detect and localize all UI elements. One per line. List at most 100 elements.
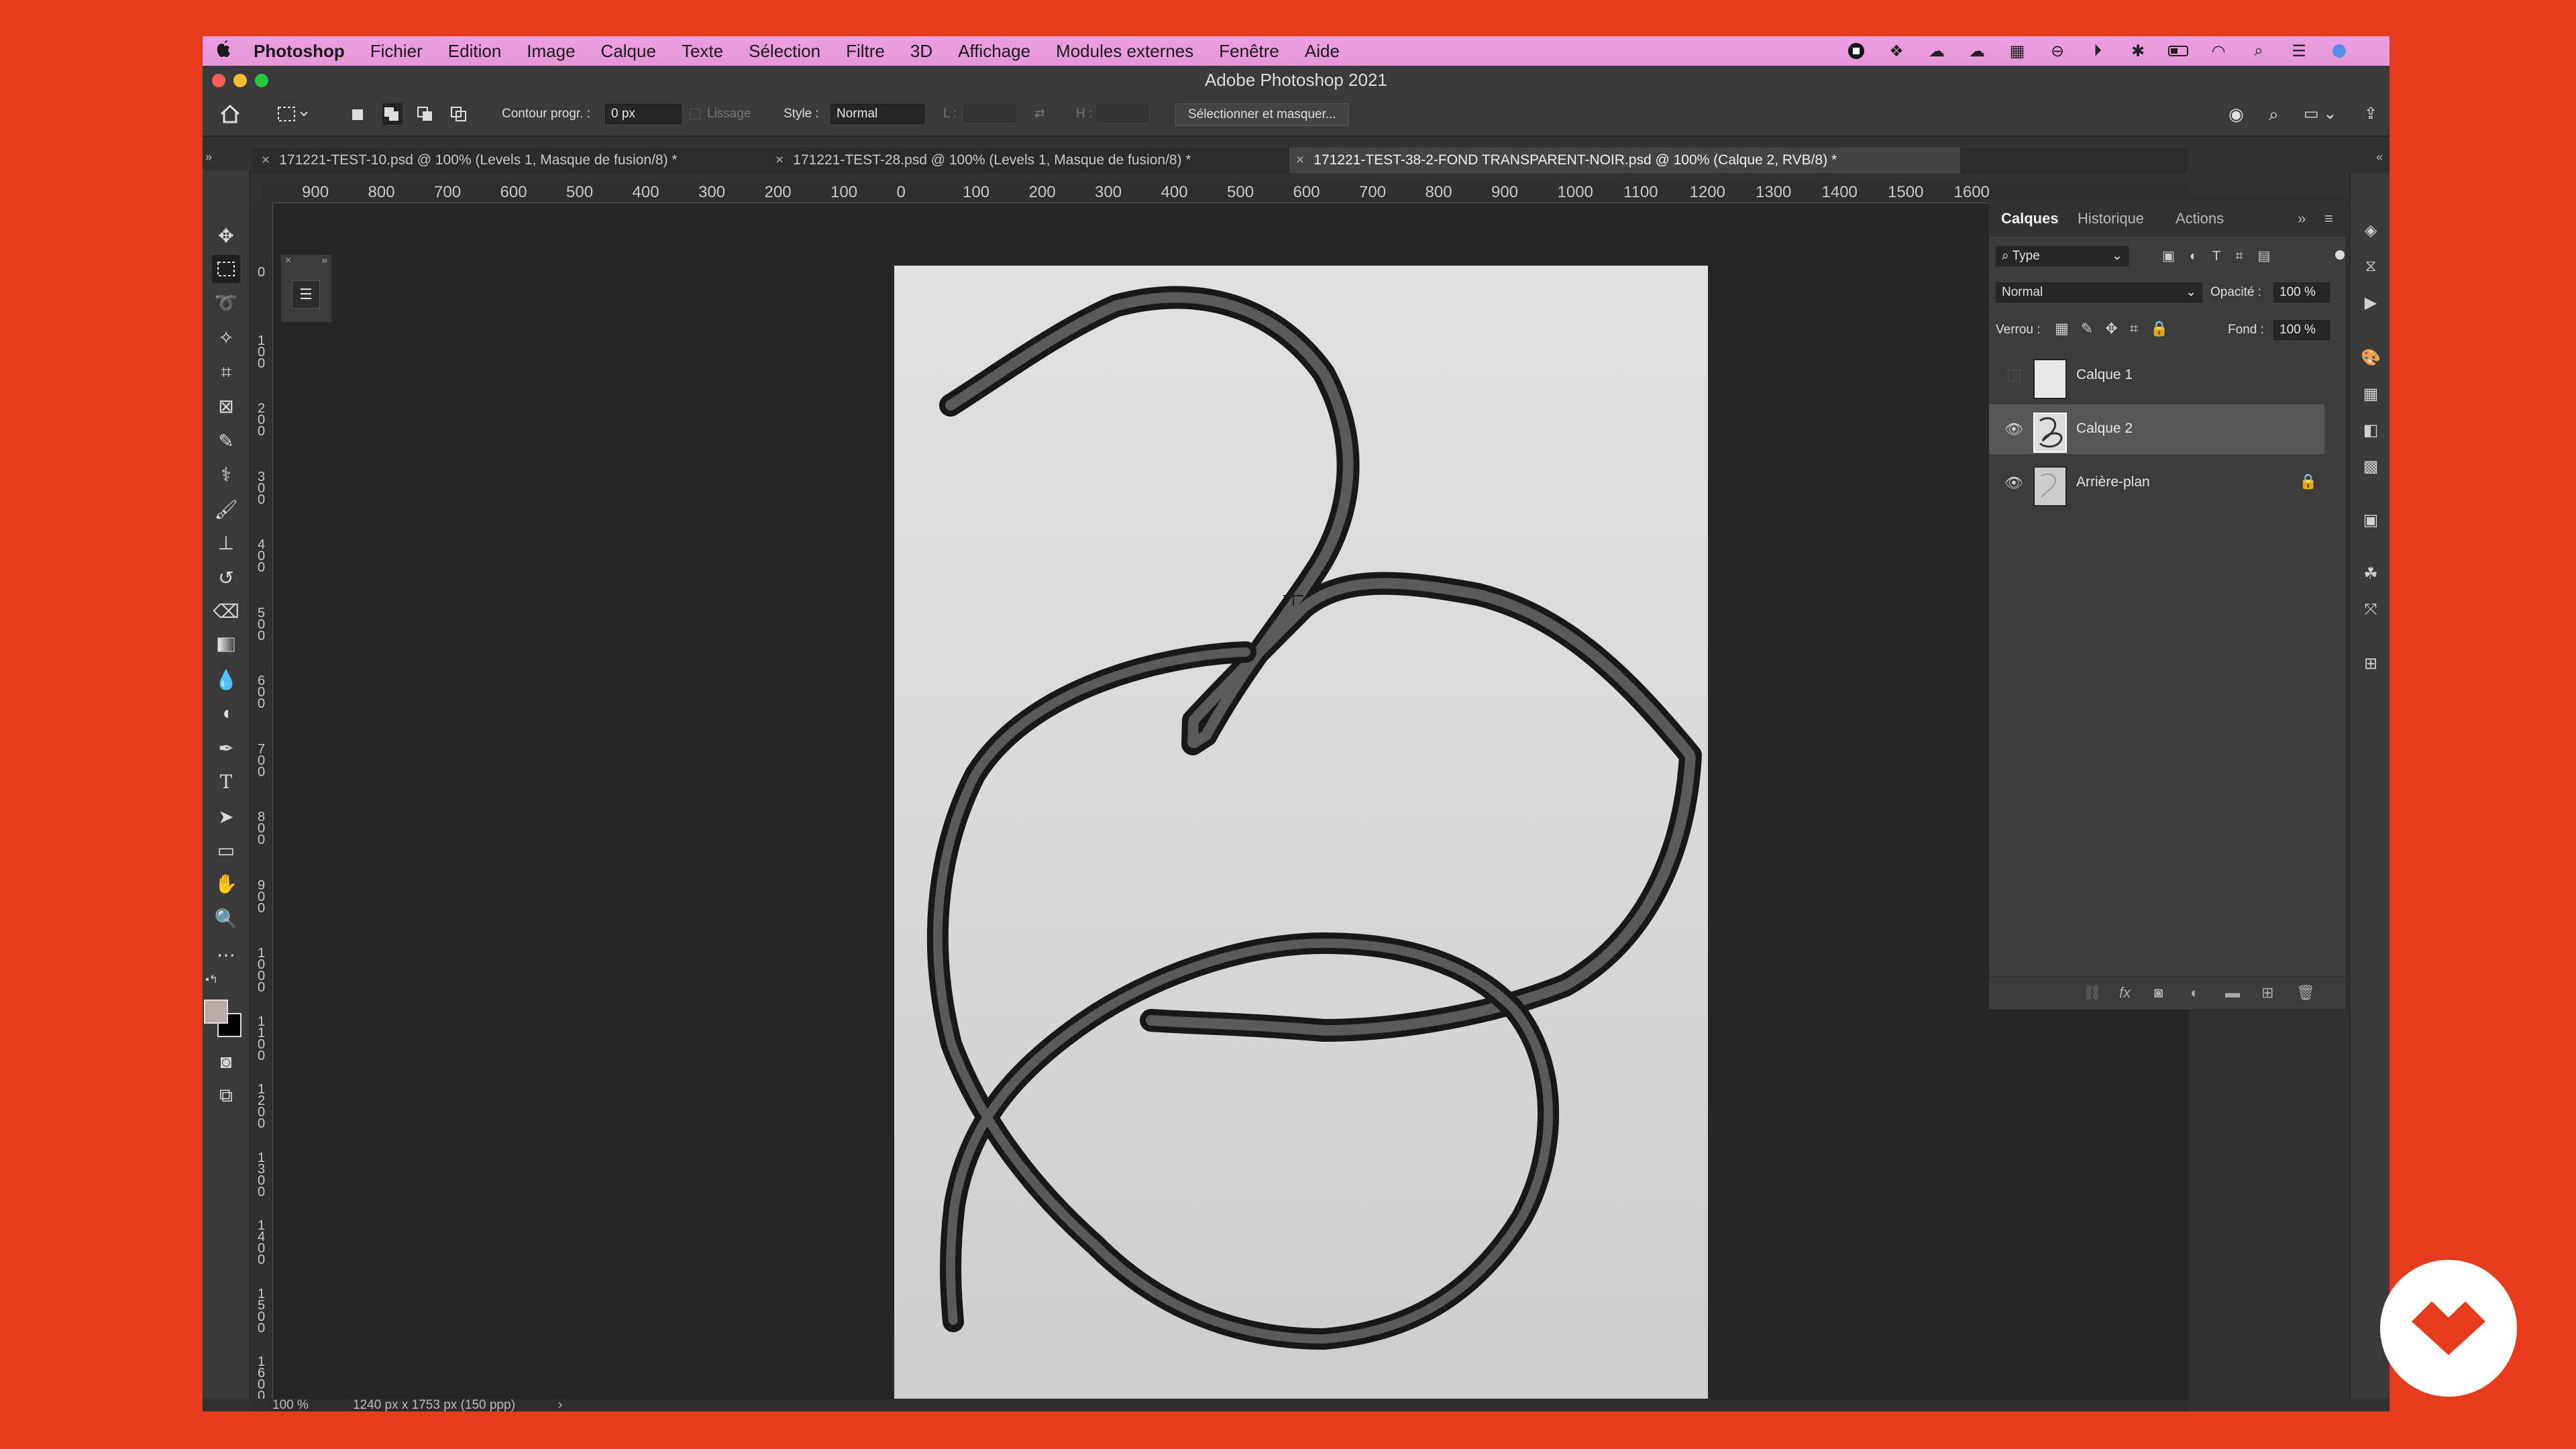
blend-mode-select[interactable]: Normal ⌄ — [1996, 282, 2202, 303]
battery-icon[interactable] — [2168, 41, 2188, 61]
feather-input[interactable]: 0 px — [605, 103, 682, 125]
menu-aide[interactable]: Aide — [1305, 41, 1340, 62]
screen-mode-icon[interactable]: ⧉ — [212, 1081, 240, 1110]
adjustment-icon[interactable]: ◐ — [2190, 984, 2199, 1002]
menu-calque[interactable]: Calque — [601, 41, 656, 62]
wifi-icon[interactable]: ◠ — [2208, 41, 2229, 61]
close-tab-icon[interactable]: × — [775, 152, 784, 168]
share-icon[interactable]: ⇪ — [2364, 103, 2377, 125]
zoom-level[interactable]: 100 % — [272, 1399, 309, 1411]
crop-tool-icon[interactable]: ⌗ — [212, 358, 240, 386]
clone-stamp-tool-icon[interactable]: ⊥ — [212, 529, 240, 557]
tab-actions[interactable]: Actions — [2176, 210, 2224, 227]
menu-selection[interactable]: Sélection — [749, 41, 820, 62]
eye-icon[interactable]: 👁 — [2004, 473, 2024, 493]
healing-brush-tool-icon[interactable]: ⚕ — [212, 460, 240, 488]
layer-name[interactable]: Calque 1 — [2076, 367, 2133, 383]
history-brush-tool-icon[interactable]: ↺ — [212, 564, 240, 592]
mask-icon[interactable]: ◙ — [2154, 984, 2163, 1002]
gradients-icon[interactable]: ◧ — [2359, 419, 2382, 441]
close-tab-icon[interactable]: × — [1296, 152, 1304, 168]
menu-fichier[interactable]: Fichier — [370, 41, 423, 62]
layer-row-calque-2[interactable]: 👁 Calque 2 — [1989, 405, 2324, 454]
grid-app-icon[interactable]: ▦ — [2007, 41, 2027, 61]
eye-icon[interactable]: 👁 — [2004, 419, 2024, 439]
menu-filtre[interactable]: Filtre — [846, 41, 885, 62]
swatches-icon[interactable]: ▦ — [2359, 382, 2382, 405]
height-input[interactable] — [1095, 103, 1150, 125]
eraser-tool-icon[interactable]: ⌫ — [212, 597, 240, 625]
panel-collapse-icon[interactable]: » — [2298, 210, 2306, 227]
zoom-tool-icon[interactable]: 🔍 — [212, 904, 240, 932]
channels-icon[interactable]: ☘ — [2359, 562, 2382, 585]
visibility-toggle[interactable] — [2004, 366, 2024, 386]
spotlight-search-icon[interactable]: ⌕ — [2249, 41, 2269, 61]
home-icon[interactable] — [219, 103, 241, 125]
filter-toggle[interactable] — [2335, 250, 2345, 260]
fill-input[interactable]: 100 % — [2273, 320, 2330, 340]
close-panel-icon[interactable]: × — [285, 255, 291, 267]
status-menu-arrow[interactable]: › — [558, 1399, 562, 1411]
folder-icon[interactable]: ▬ — [2225, 984, 2240, 1002]
lasso-tool-icon[interactable]: ➰ — [212, 288, 240, 317]
menu-fenetre[interactable]: Fenêtre — [1219, 41, 1279, 62]
blur-tool-icon[interactable]: 💧 — [212, 665, 240, 694]
close-window-button[interactable] — [212, 74, 225, 87]
history-icon[interactable]: ⧖ — [2359, 255, 2382, 278]
panel-menu-icon[interactable]: ≡ — [2324, 210, 2333, 227]
type-tool-icon[interactable]: T — [212, 767, 240, 796]
marquee-preset-icon[interactable] — [276, 103, 310, 125]
menu-3d[interactable]: 3D — [910, 41, 932, 62]
eyedropper-tool-icon[interactable]: ✎ — [212, 427, 240, 455]
dodge-tool-icon[interactable]: ◖ — [212, 699, 240, 727]
tab-document-2[interactable]: × 171221-TEST-28.psd @ 100% (Levels 1, Ma… — [769, 148, 1285, 173]
toolbar-collapse-icon[interactable]: » — [205, 150, 212, 164]
adjustments-icon[interactable]: ☰ — [292, 280, 320, 309]
minimize-window-button[interactable] — [233, 74, 247, 87]
layer-name[interactable]: Arrière-plan — [2076, 474, 2150, 490]
brush-tool-icon[interactable]: 🖌 — [212, 495, 240, 523]
hand-tool-icon[interactable]: ✋ — [212, 869, 240, 898]
path-selection-tool-icon[interactable]: ➤ — [212, 802, 240, 830]
add-selection-icon[interactable] — [382, 103, 402, 125]
style-select[interactable]: Normal — [830, 103, 924, 125]
antialias-checkbox[interactable]: Lissage — [690, 103, 751, 125]
trash-icon[interactable]: 🗑 — [2296, 984, 2315, 1002]
apple-icon[interactable] — [211, 39, 237, 64]
new-selection-icon[interactable] — [350, 103, 366, 125]
menu-modules-externes[interactable]: Modules externes — [1056, 41, 1193, 62]
layers-icon[interactable]: ◈ — [2359, 219, 2382, 241]
quick-mask-icon[interactable]: ◙ — [212, 1048, 240, 1076]
fx-icon[interactable]: fx — [2119, 984, 2131, 1002]
rectangle-tool-icon[interactable]: ▭ — [212, 836, 240, 864]
lock-icon[interactable]: 🔒 — [2299, 473, 2317, 490]
user-icon[interactable]: ◉ — [2229, 103, 2244, 125]
actions-icon[interactable]: ▶ — [2359, 291, 2382, 314]
tab-document-1[interactable]: × 171221-TEST-10.psd @ 100% (Levels 1, Ma… — [255, 148, 758, 173]
tab-historique[interactable]: Historique — [2078, 210, 2144, 227]
circle-minus-icon[interactable]: ⊖ — [2047, 41, 2068, 61]
properties-icon[interactable]: ▣ — [2359, 508, 2382, 531]
control-center-icon[interactable]: ☰ — [2289, 41, 2309, 61]
magic-wand-tool-icon[interactable]: ✧ — [212, 323, 240, 352]
move-tool-icon[interactable]: ✥ — [212, 221, 240, 250]
close-tab-icon[interactable]: × — [262, 152, 270, 168]
layer-row-calque-1[interactable]: Calque 1 — [1989, 351, 2324, 400]
pen-tool-icon[interactable]: ✒ — [212, 734, 240, 762]
layer-name[interactable]: Calque 2 — [2076, 421, 2133, 437]
menu-texte[interactable]: Texte — [682, 41, 723, 62]
intersect-selection-icon[interactable] — [449, 103, 470, 125]
expand-panel-icon[interactable]: » — [321, 255, 327, 267]
width-input[interactable] — [962, 103, 1017, 125]
marquee-tool-icon[interactable] — [212, 255, 240, 283]
patterns-icon[interactable]: ▩ — [2359, 455, 2382, 478]
document-canvas[interactable] — [894, 266, 1708, 1411]
subtract-selection-icon[interactable] — [416, 103, 436, 125]
creative-cloud-icon[interactable]: ☁ — [1967, 41, 1987, 61]
play-circle-icon[interactable]: ⏵ — [2088, 41, 2108, 61]
layer-row-arriere-plan[interactable]: 👁 Arrière-plan 🔒 — [1989, 458, 2324, 508]
menu-photoshop[interactable]: Photoshop — [254, 41, 345, 62]
lock-icons[interactable]: ▦✎✥⌗🔒 — [2055, 320, 2180, 337]
layer-filter-select[interactable]: ⌕ Type ⌄ — [1996, 246, 2129, 266]
foreground-color-swatch[interactable] — [204, 1000, 228, 1024]
